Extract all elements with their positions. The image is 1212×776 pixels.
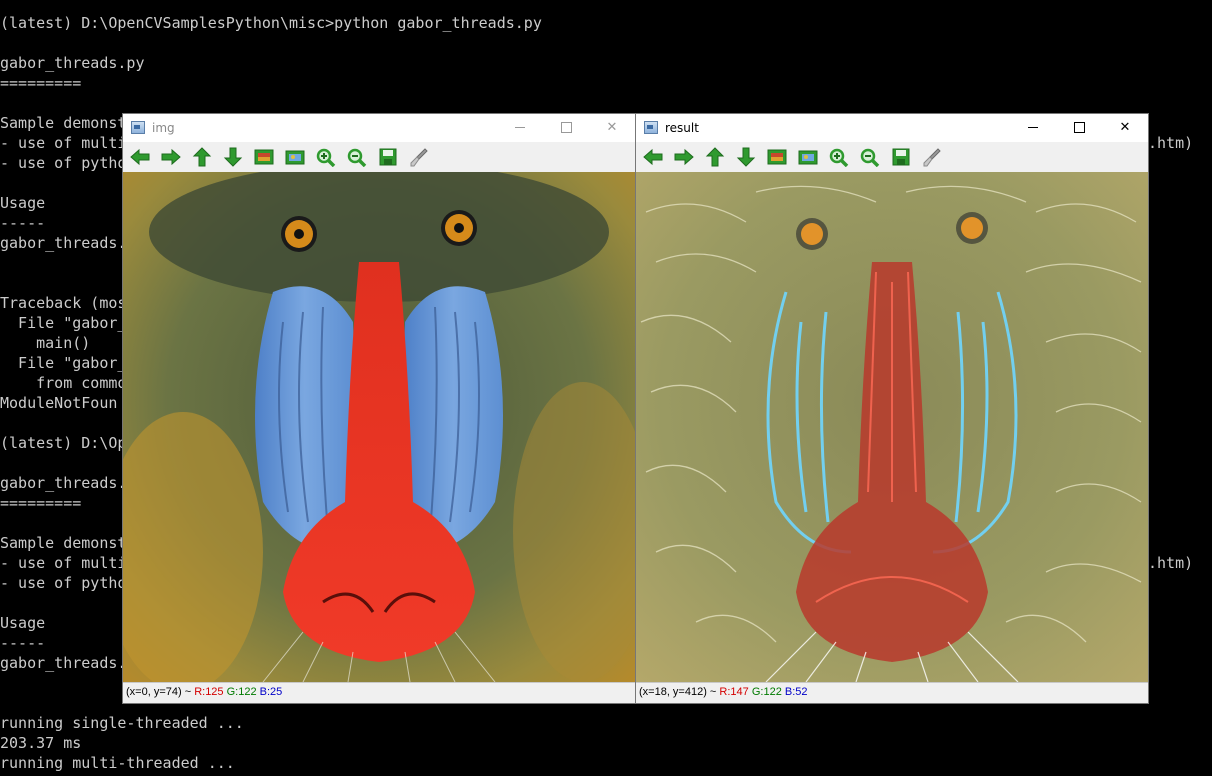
console-line: - use of multi: [0, 554, 127, 572]
status-red-value: R:147: [719, 686, 749, 698]
status-bar: (x=18, y=412) ~ R:147 G:122 B:52: [636, 682, 1148, 703]
mandrill-image: [123, 172, 635, 682]
console-line: -----: [0, 634, 46, 652]
console-line: =========: [0, 74, 82, 92]
console-line: Usage: [0, 614, 46, 632]
minimize-button[interactable]: [497, 114, 543, 142]
console-line: File "gabor_: [0, 314, 127, 332]
status-red-value: R:125: [194, 686, 224, 698]
fit-image-icon[interactable]: [795, 146, 821, 168]
arrow-up-icon[interactable]: [189, 146, 215, 168]
minimize-button[interactable]: [1010, 114, 1056, 142]
console-line: 203.37 ms: [0, 734, 82, 752]
console-line: from commo: [0, 374, 127, 392]
save-icon[interactable]: [375, 146, 401, 168]
close-button[interactable]: ✕: [589, 114, 635, 142]
title-bar[interactable]: result ✕: [636, 114, 1148, 142]
console-line: Traceback (mos: [0, 294, 127, 312]
maximize-button[interactable]: [543, 114, 589, 142]
gabor-result-image: [636, 172, 1148, 682]
fit-image-icon[interactable]: [282, 146, 308, 168]
status-coords: (x=18, y=412) ~: [639, 686, 720, 698]
image-icon[interactable]: [251, 146, 277, 168]
console-line: gabor_threads.py: [0, 54, 145, 72]
status-blue-value: B:52: [784, 686, 808, 698]
arrow-down-icon[interactable]: [733, 146, 759, 168]
console-line: Usage: [0, 194, 46, 212]
console-line: gabor_threads.: [0, 234, 127, 252]
image-view[interactable]: [636, 172, 1148, 682]
console-line: =========: [0, 494, 82, 512]
console-line: (latest) D:\OpenCVSamplesPython\misc>pyt…: [0, 14, 542, 32]
img-window: img ✕ (x=0, y=74) ~ R:125 G:122 B:25: [123, 114, 635, 703]
image-icon[interactable]: [764, 146, 790, 168]
window-title: result: [665, 121, 699, 135]
maximize-button[interactable]: [1056, 114, 1102, 142]
console-line: File "gabor_: [0, 354, 127, 372]
console-line: ModuleNotFoun: [0, 394, 118, 412]
status-blue-value: B:25: [259, 686, 283, 698]
properties-icon[interactable]: [919, 146, 945, 168]
toolbar: [636, 142, 1148, 172]
console-line: Sample demonst: [0, 534, 127, 552]
window-app-icon: [644, 121, 658, 134]
status-coords: (x=0, y=74) ~: [126, 686, 195, 698]
window-app-icon: [131, 121, 145, 134]
console-line: Sample demonst: [0, 114, 127, 132]
console-line: - use of pytho: [0, 574, 127, 592]
console-line-fragment: .htm): [1148, 554, 1194, 572]
result-window: result ✕ (x=18, y=412) ~ R:147 G:122 B:5…: [636, 114, 1148, 703]
window-title: img: [152, 121, 175, 135]
arrow-down-icon[interactable]: [220, 146, 246, 168]
arrow-right-icon[interactable]: [671, 146, 697, 168]
toolbar: [123, 142, 635, 172]
console-line: - use of pytho: [0, 154, 127, 172]
status-bar: (x=0, y=74) ~ R:125 G:122 B:25: [123, 682, 635, 703]
zoom-out-icon[interactable]: [344, 146, 370, 168]
console-line: main(): [0, 334, 91, 352]
title-bar[interactable]: img ✕: [123, 114, 635, 142]
arrow-left-icon[interactable]: [127, 146, 153, 168]
zoom-in-icon[interactable]: [826, 146, 852, 168]
properties-icon[interactable]: [406, 146, 432, 168]
console-line: -----: [0, 214, 46, 232]
save-icon[interactable]: [888, 146, 914, 168]
image-view[interactable]: [123, 172, 635, 682]
zoom-in-icon[interactable]: [313, 146, 339, 168]
arrow-left-icon[interactable]: [640, 146, 666, 168]
arrow-right-icon[interactable]: [158, 146, 184, 168]
console-line: running single-threaded ...: [0, 714, 244, 732]
console-line: running multi-threaded ...: [0, 754, 235, 772]
console-line: (latest) D:\Op: [0, 434, 127, 452]
zoom-out-icon[interactable]: [857, 146, 883, 168]
console-line: gabor_threads.: [0, 474, 127, 492]
close-button[interactable]: ✕: [1102, 114, 1148, 142]
arrow-up-icon[interactable]: [702, 146, 728, 168]
console-line-fragment: .htm): [1148, 134, 1194, 152]
console-line: - use of multi: [0, 134, 127, 152]
status-green-value: G:122: [226, 686, 257, 698]
console-line: gabor_threads.: [0, 654, 127, 672]
status-green-value: G:122: [751, 686, 782, 698]
